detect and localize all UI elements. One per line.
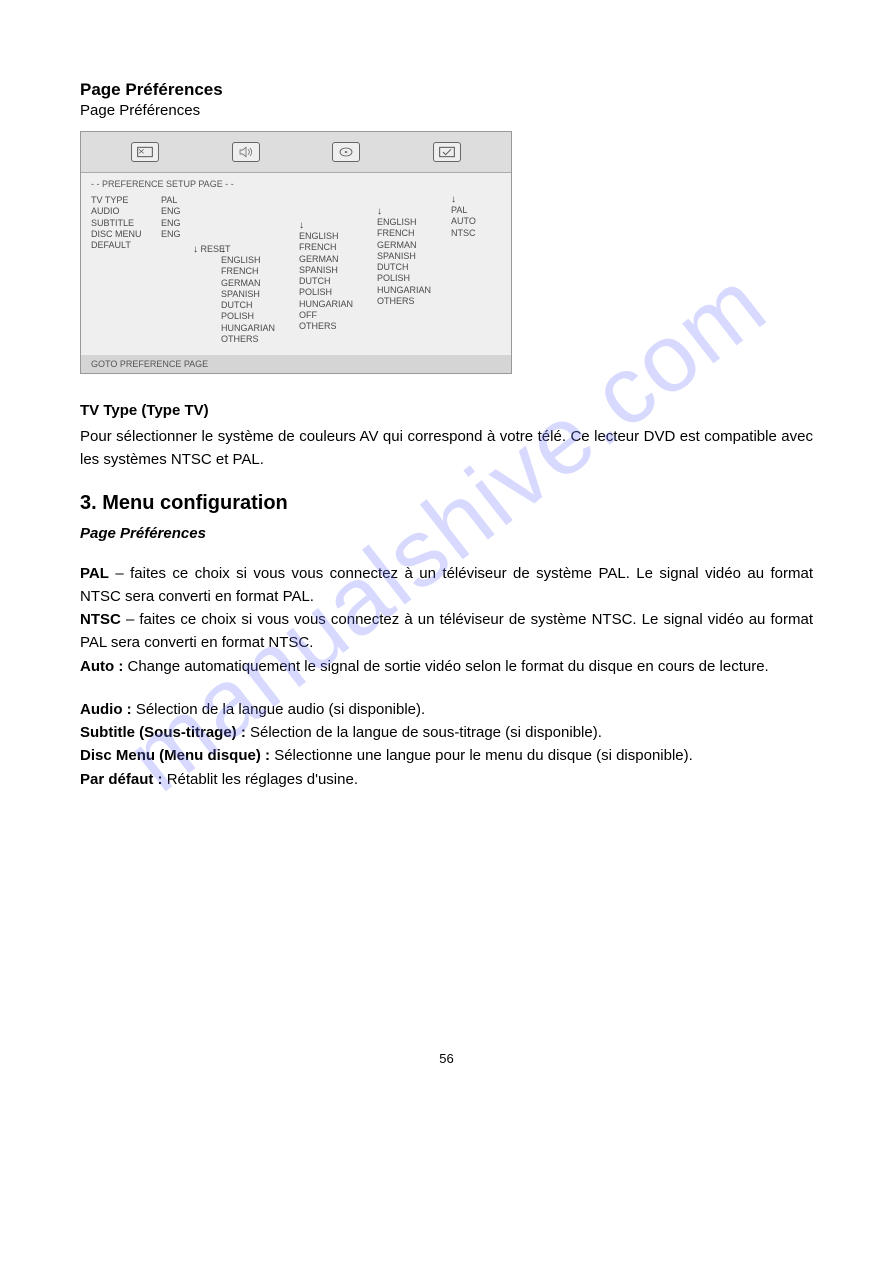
lang-opt: OTHERS <box>221 334 299 345</box>
arrow-down-icon: ↓ <box>193 244 198 255</box>
lang-opt: DUTCH <box>221 300 299 311</box>
def-text: Sélection de la langue de sous-titrage (… <box>250 724 602 741</box>
lang-opt: GERMAN <box>221 278 299 289</box>
lang-opt: SPANISH <box>377 251 451 262</box>
lang-opt: GERMAN <box>377 240 451 251</box>
menu-value: ENG <box>161 229 221 240</box>
def-sep: – <box>121 611 140 628</box>
defs-block-1: PAL – faites ce choix si vous vous conne… <box>80 562 813 678</box>
menu-label: DISC MENU <box>91 229 161 240</box>
pal-opt: PAL <box>451 205 491 216</box>
lang-opt: SPANISH <box>299 265 377 276</box>
menu-pal-col: ↓ PAL AUTO NTSC <box>451 195 491 239</box>
tvtype-heading: TV Type (Type TV) <box>80 402 813 419</box>
menu-header-text: - - PREFERENCE SETUP PAGE - - <box>91 179 501 189</box>
menu-labels-col: TV TYPE AUDIO SUBTITLE DISC MENU DEFAULT <box>91 195 161 251</box>
lang-opt: SPANISH <box>221 289 299 300</box>
lang-opt: DUTCH <box>377 262 451 273</box>
page-title: Page Préférences <box>80 80 813 100</box>
page-subtitle: Page Préférences <box>80 102 813 119</box>
arrow-down-icon: ↓ <box>221 245 299 255</box>
lang-opt: HUNGARIAN <box>377 285 451 296</box>
lang-opt: POLISH <box>299 287 377 298</box>
def-text: faites ce choix si vous vous connectez à… <box>80 611 813 651</box>
def-label: Auto : <box>80 658 123 675</box>
menu-values-col: PAL ENG ENG ENG ↓ RESET <box>161 195 221 255</box>
menu-label: TV TYPE <box>91 195 161 206</box>
lang-opt: OTHERS <box>299 321 377 332</box>
arrow-down-icon: ↓ <box>299 221 377 231</box>
lang-opt: GERMAN <box>299 254 377 265</box>
menu-label: DEFAULT <box>91 240 161 251</box>
lang-opt: FRENCH <box>299 242 377 253</box>
section3-heading: 3. Menu configuration <box>80 492 813 515</box>
def-line: Par défaut : Rétablit les réglages d'usi… <box>80 768 813 791</box>
def-sep: – <box>109 565 130 582</box>
menu-value: ENG <box>161 218 221 229</box>
def-label: Audio : <box>80 701 132 718</box>
section3-sub: Page Préférences <box>80 525 813 542</box>
def-text: Sélectionne une langue pour le menu du d… <box>274 747 693 764</box>
menu-lang-col-a: ↓ ENGLISH FRENCH GERMAN SPANISH DUTCH PO… <box>221 195 299 345</box>
lang-opt: HUNGARIAN <box>299 299 377 310</box>
def-line: Audio : Sélection de la langue audio (si… <box>80 698 813 721</box>
def-text: Rétablit les réglages d'usine. <box>167 771 358 788</box>
lang-opt: FRENCH <box>377 228 451 239</box>
menu-lang-col-b: ↓ ENGLISH FRENCH GERMAN SPANISH DUTCH PO… <box>299 195 377 332</box>
def-label: Subtitle (Sous-titrage) : <box>80 724 246 741</box>
def-line: PAL – faites ce choix si vous vous conne… <box>80 562 813 609</box>
lang-opt: HUNGARIAN <box>221 323 299 334</box>
def-text: faites ce choix si vous vous connectez à… <box>80 565 813 605</box>
def-label: NTSC <box>80 611 121 628</box>
lang-opt: POLISH <box>377 273 451 284</box>
speaker-icon <box>232 142 260 162</box>
def-text: Sélection de la langue audio (si disponi… <box>136 701 425 718</box>
menu-body: - - PREFERENCE SETUP PAGE - - TV TYPE AU… <box>81 173 511 355</box>
check-screen-icon <box>433 142 461 162</box>
def-line: Disc Menu (Menu disque) : Sélectionne un… <box>80 744 813 767</box>
def-text: Change automatiquement le signal de sort… <box>128 658 769 675</box>
lang-opt: DUTCH <box>299 276 377 287</box>
disc-icon <box>332 142 360 162</box>
def-line: NTSC – faites ce choix si vous vous conn… <box>80 608 813 655</box>
menu-value: PAL <box>161 195 221 206</box>
document-page: manualshive.com Page Préférences Page Pr… <box>0 0 893 1106</box>
def-line: Auto : Change automatiquement le signal … <box>80 655 813 678</box>
screen-icon <box>131 142 159 162</box>
lang-opt: ENGLISH <box>299 231 377 242</box>
menu-icon-row <box>81 132 511 173</box>
arrow-down-icon: ↓ <box>377 207 451 217</box>
def-label: PAL <box>80 565 109 582</box>
menu-label: AUDIO <box>91 206 161 217</box>
arrow-down-icon: ↓ <box>451 195 456 205</box>
menu-value: ENG <box>161 206 221 217</box>
pal-opt: NTSC <box>451 228 491 239</box>
lang-opt: OTHERS <box>377 296 451 307</box>
preference-menu-box: - - PREFERENCE SETUP PAGE - - TV TYPE AU… <box>80 131 512 374</box>
menu-lang-col-c: ↓ ENGLISH FRENCH GERMAN SPANISH DUTCH PO… <box>377 195 451 307</box>
defs-block-2: Audio : Sélection de la langue audio (si… <box>80 698 813 791</box>
def-label: Par défaut : <box>80 771 163 788</box>
lang-opt: OFF <box>299 310 377 321</box>
menu-columns: TV TYPE AUDIO SUBTITLE DISC MENU DEFAULT… <box>91 195 501 345</box>
lang-opt: ENGLISH <box>221 255 299 266</box>
menu-footer-text: GOTO PREFERENCE PAGE <box>81 355 511 373</box>
lang-opt: POLISH <box>221 311 299 322</box>
lang-opt: ENGLISH <box>377 217 451 228</box>
lang-opt: FRENCH <box>221 266 299 277</box>
menu-label: SUBTITLE <box>91 218 161 229</box>
pal-opt: AUTO <box>451 216 491 227</box>
page-number: 56 <box>80 1051 813 1066</box>
def-line: Subtitle (Sous-titrage) : Sélection de l… <box>80 721 813 744</box>
def-label: Disc Menu (Menu disque) : <box>80 747 270 764</box>
tvtype-body: Pour sélectionner le système de couleurs… <box>80 425 813 472</box>
